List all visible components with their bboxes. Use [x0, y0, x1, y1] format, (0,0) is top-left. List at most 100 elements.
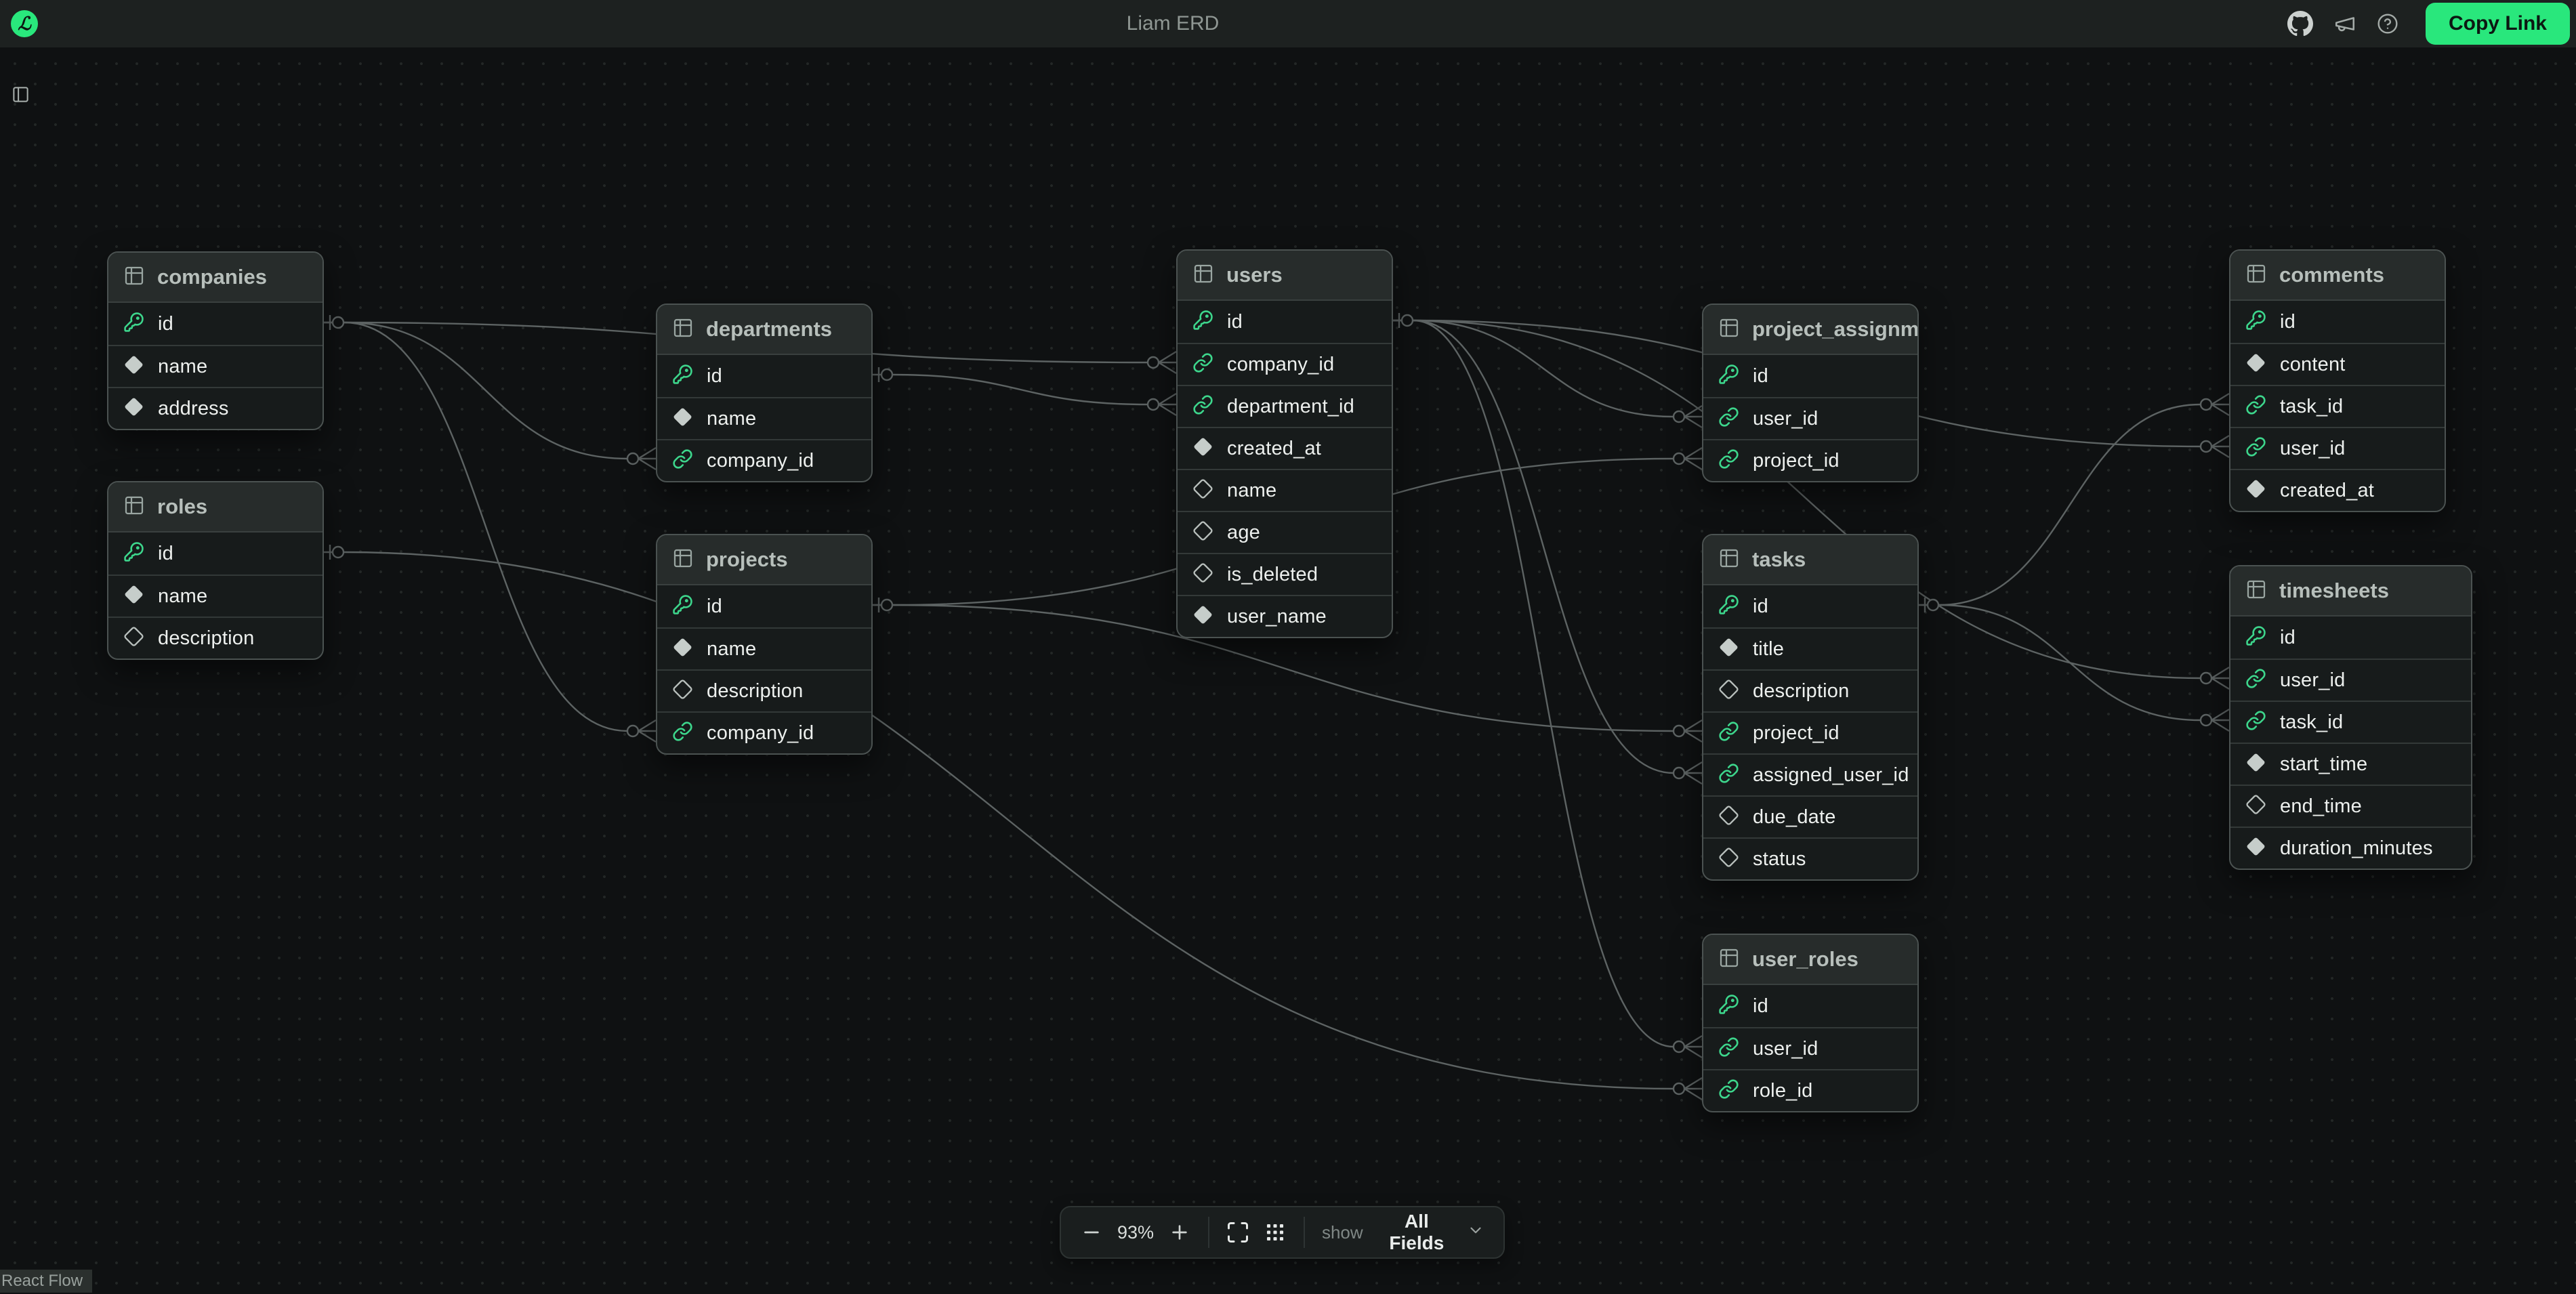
relationship-edge-companies-departments[interactable]	[324, 322, 627, 459]
relationship-edge-companies-projects[interactable]	[324, 322, 627, 731]
fields-filter-select[interactable]: All Fields	[1372, 1211, 1487, 1254]
table-title: comments	[2279, 263, 2384, 287]
table-timesheets[interactable]: timesheets id user_idtask_idstart_timeend_…	[2229, 565, 2472, 870]
column-row-comments-content[interactable]: content	[2230, 343, 2445, 385]
cardinality-zero-circle	[1928, 600, 1938, 610]
column-name: id	[1753, 365, 1768, 388]
column-row-companies-id[interactable]: id	[108, 303, 323, 345]
relationship-edge-users-project_assignments[interactable]	[1393, 320, 1674, 417]
column-row-tasks-project_id[interactable]: project_id	[1703, 711, 1917, 753]
column-row-roles-name[interactable]: name	[108, 575, 323, 617]
column-row-users-company_id[interactable]: company_id	[1178, 343, 1392, 385]
relationship-edge-tasks-timesheets[interactable]	[1919, 605, 2201, 720]
column-row-projects-name[interactable]: name	[657, 627, 871, 669]
column-row-users-is_deleted[interactable]: is_deleted	[1178, 553, 1392, 595]
liam-logo-icon[interactable]: ℒ	[11, 10, 38, 37]
table-roles[interactable]: rolesidnamedescription	[107, 481, 324, 660]
column-row-departments-id[interactable]: id	[657, 355, 871, 397]
column-row-timesheets-task_id[interactable]: task_id	[2230, 701, 2471, 743]
column-name: id	[2280, 627, 2295, 649]
relationship-edge-users-user_roles[interactable]	[1393, 320, 1674, 1047]
column-row-timesheets-id[interactable]: id	[2230, 617, 2471, 659]
column-row-tasks-assigned_user_id[interactable]: assigned_user_id	[1703, 753, 1917, 795]
column-row-projects-company_id[interactable]: company_id	[657, 711, 871, 753]
table-header[interactable]: tasks	[1703, 535, 1917, 585]
column-row-tasks-due_date[interactable]: due_date	[1703, 795, 1917, 837]
table-header[interactable]: projects	[657, 535, 871, 585]
column-row-roles-description[interactable]: description	[108, 617, 323, 659]
column-name: age	[1227, 522, 1260, 544]
column-row-roles-id[interactable]: id	[108, 533, 323, 575]
column-row-users-department_id[interactable]: department_id	[1178, 385, 1392, 427]
sidebar-toggle-button[interactable]	[12, 85, 30, 106]
table-header[interactable]: companies	[108, 253, 323, 303]
column-row-user_roles-user_id[interactable]: user_id	[1703, 1027, 1917, 1069]
table-companies[interactable]: companiesidnameaddress	[107, 251, 324, 430]
column-row-projects-description[interactable]: description	[657, 669, 871, 711]
table-header[interactable]: users	[1178, 251, 1392, 301]
copy-link-button[interactable]: Copy Link	[2426, 3, 2570, 45]
column-row-users-id[interactable]: id	[1178, 301, 1392, 343]
column-row-timesheets-start_time[interactable]: start_time	[2230, 743, 2471, 785]
page-title: Liam ERD	[1127, 12, 1220, 35]
megaphone-icon[interactable]	[2333, 12, 2356, 35]
erd-canvas[interactable]: companiesidnameaddressrolesidnamedescrip…	[0, 47, 2576, 1294]
table-icon	[1718, 317, 1740, 342]
column-row-companies-name[interactable]: name	[108, 345, 323, 387]
zoom-in-button[interactable]	[1165, 1218, 1194, 1247]
column-row-tasks-title[interactable]: title	[1703, 627, 1917, 669]
column-row-project_assignments-user_id[interactable]: user_id	[1703, 397, 1917, 439]
relationship-edge-users-tasks[interactable]	[1393, 320, 1674, 773]
table-header[interactable]: user_roles	[1703, 935, 1917, 985]
column-row-departments-company_id[interactable]: company_id	[657, 439, 871, 481]
table-header[interactable]: roles	[108, 482, 323, 533]
fit-view-button[interactable]	[1224, 1218, 1252, 1247]
help-icon[interactable]	[2377, 13, 2398, 35]
table-header[interactable]: timesheets	[2230, 566, 2471, 617]
primary-key-icon	[2245, 625, 2266, 650]
column-row-tasks-status[interactable]: status	[1703, 837, 1917, 879]
toolbar-divider	[1304, 1217, 1305, 1248]
column-row-project_assignments-id[interactable]: id	[1703, 355, 1917, 397]
table-users[interactable]: usersidcompany_iddepartment_idcreated_at…	[1176, 249, 1393, 638]
relationship-edge-departments-users[interactable]	[873, 375, 1148, 404]
github-icon[interactable]	[2287, 11, 2313, 37]
table-departments[interactable]: departments idnamecompany_id	[656, 304, 873, 482]
table-header[interactable]: departments	[657, 305, 871, 355]
table-user_roles[interactable]: user_rolesiduser_idrole_id	[1702, 934, 1919, 1112]
relationship-edge-tasks-comments[interactable]	[1919, 404, 2201, 605]
column-row-users-name[interactable]: name	[1178, 469, 1392, 511]
table-tasks[interactable]: tasksidtitledescriptionproject_idassigne…	[1702, 534, 1919, 881]
column-row-timesheets-user_id[interactable]: user_id	[2230, 659, 2471, 701]
table-projects[interactable]: projectsidnamedescriptioncompany_id	[656, 534, 873, 755]
not-null-diamond-icon	[2245, 478, 2266, 503]
column-row-comments-task_id[interactable]: task_id	[2230, 385, 2445, 427]
column-row-companies-address[interactable]: address	[108, 387, 323, 429]
column-row-departments-name[interactable]: name	[657, 397, 871, 439]
cardinality-zero-circle	[1148, 357, 1159, 368]
column-row-tasks-description[interactable]: description	[1703, 669, 1917, 711]
column-row-project_assignments-project_id[interactable]: project_id	[1703, 439, 1917, 481]
column-row-comments-id[interactable]: id	[2230, 301, 2445, 343]
table-header[interactable]: comments	[2230, 251, 2445, 301]
table-header[interactable]: project_assignme...	[1703, 305, 1917, 355]
relationship-edge-roles-user_roles[interactable]	[324, 552, 1674, 1089]
column-row-user_roles-id[interactable]: id	[1703, 985, 1917, 1027]
zoom-out-button[interactable]	[1077, 1218, 1106, 1247]
table-comments[interactable]: comments idcontenttask_iduser_idcreated_a…	[2229, 249, 2446, 512]
column-row-users-user_name[interactable]: user_name	[1178, 595, 1392, 637]
column-row-timesheets-duration_minutes[interactable]: duration_minutes	[2230, 827, 2471, 869]
column-row-projects-id[interactable]: id	[657, 585, 871, 627]
column-row-timesheets-end_time[interactable]: end_time	[2230, 785, 2471, 827]
column-row-comments-created_at[interactable]: created_at	[2230, 469, 2445, 511]
column-row-user_roles-role_id[interactable]: role_id	[1703, 1069, 1917, 1111]
react-flow-attribution[interactable]: React Flow	[0, 1270, 92, 1293]
table-title: departments	[706, 317, 832, 341]
column-row-tasks-id[interactable]: id	[1703, 585, 1917, 627]
tidy-up-button[interactable]	[1261, 1218, 1289, 1247]
column-row-users-created_at[interactable]: created_at	[1178, 427, 1392, 469]
column-row-comments-user_id[interactable]: user_id	[2230, 427, 2445, 469]
column-row-users-age[interactable]: age	[1178, 511, 1392, 553]
table-project_assignments[interactable]: project_assignme...id user_idproject_id	[1702, 304, 1919, 482]
cardinality-zero-circle	[627, 726, 638, 736]
